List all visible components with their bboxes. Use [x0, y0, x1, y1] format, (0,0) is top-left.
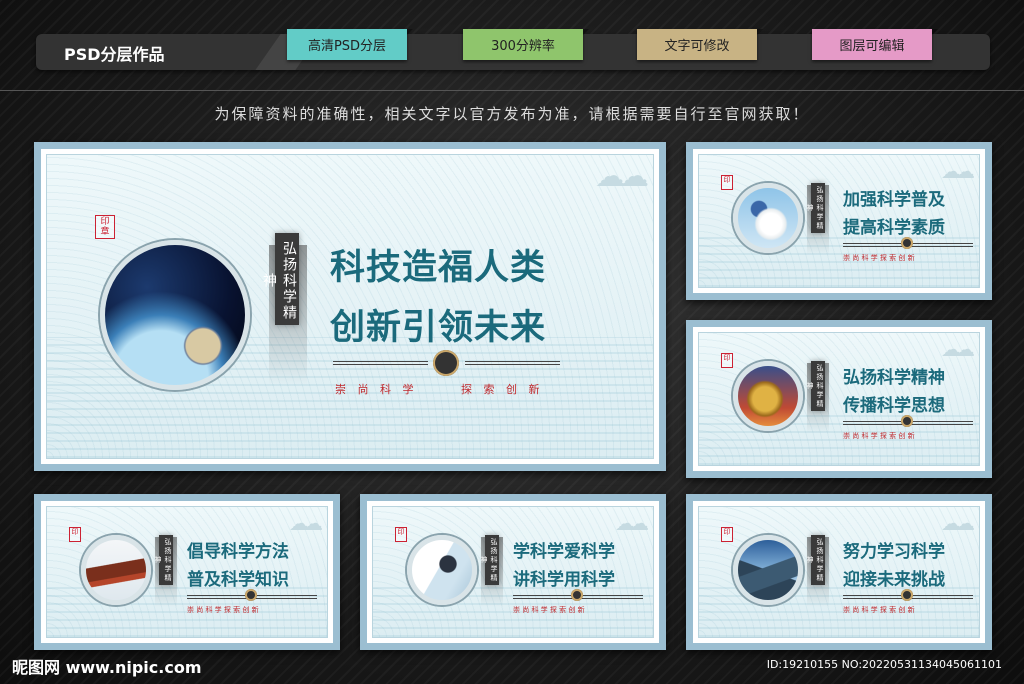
headline-line-1: 努力学习科学 — [843, 542, 945, 562]
nipic-logo: 昵图网 www.nipic.com — [12, 658, 202, 677]
motto: 崇 尚 科 学 探 索 创 新 — [843, 254, 915, 262]
divider-line — [0, 90, 1024, 91]
mountains-image — [733, 535, 803, 605]
notice-text: 为保障资料的准确性，相关文字以官方发布为准，请根据需要自行至官网获取！ — [214, 105, 810, 123]
headline-line-2: 传播科学思想 — [843, 396, 945, 416]
cloud-ornament-icon: ☁☁ — [615, 511, 649, 535]
bronze-ding-icon — [901, 589, 913, 601]
headline-line-1: 学科学爱科学 — [513, 542, 615, 562]
bronze-ding-icon — [901, 415, 913, 427]
fret-pattern-left — [333, 361, 428, 365]
space-planet-image — [100, 240, 250, 390]
bronze-ding-icon — [433, 350, 459, 376]
motto-right: 探 索 创 新 — [461, 383, 544, 396]
vertical-banner: 弘扬科学精神 — [154, 535, 173, 585]
motto: 崇 尚 科 学 探 索 创 新 — [513, 606, 585, 614]
bronze-ding-icon — [901, 237, 913, 249]
top-bar-title: PSD分层作品 — [64, 45, 165, 64]
headline-line-2: 讲科学用科学 — [513, 570, 615, 590]
headline-line-1: 弘扬科学精神 — [843, 368, 945, 388]
board-science-method: ☁☁ 印 弘扬科学精神 倡导科学方法 普及科学知识 崇 尚 科 学 探 索 创 … — [34, 494, 340, 650]
vertical-banner: 弘扬科学精神 — [806, 361, 825, 411]
cloud-ornament-icon: ☁☁ — [595, 159, 649, 194]
board-learn-science: ☁☁ 印 弘扬科学精神 学科学爱科学 讲科学用科学 崇 尚 科 学 探 索 创 … — [360, 494, 666, 650]
tag-resolution: 300分辨率 — [463, 29, 589, 60]
seal-stamp: 印章 — [95, 215, 115, 239]
board-science-popularization: ☁☁ 印 弘扬科学精神 加强科学普及 提高科学素质 崇 尚 科 学 探 索 创 … — [686, 142, 992, 300]
motto: 崇 尚 科 学 探 索 创 新 — [843, 606, 915, 614]
vertical-banner: 弘扬科学精神 — [261, 233, 299, 325]
headline-line-2: 创新引领未来 — [330, 308, 547, 348]
motto: 崇 尚 科 学 探 索 创 新 — [843, 432, 915, 440]
headline-line-2: 普及科学知识 — [187, 570, 289, 590]
tag-text-editable: 文字可修改 — [637, 29, 763, 60]
headline-line-2: 迎接未来挑战 — [843, 570, 945, 590]
image-id: ID:19210155 NO:20220531134045061101 — [766, 658, 1002, 671]
board-future-challenge: ☁☁ 印 弘扬科学精神 努力学习科学 迎接未来挑战 崇 尚 科 学 探 索 创 … — [686, 494, 992, 650]
dragon-image — [733, 361, 803, 431]
headline-line-1: 加强科学普及 — [843, 190, 945, 210]
headline-line-2: 提高科学素质 — [843, 218, 945, 238]
main-board: ☁☁ 印章 弘扬科学精神 科技造福人类 创新引领未来 崇 尚 科 学 探 索 创… — [34, 142, 666, 471]
pagoda-roof-image — [81, 535, 151, 605]
headline-line-1: 倡导科学方法 — [187, 542, 289, 562]
vertical-banner: 弘扬科学精神 — [480, 535, 499, 585]
vertical-banner: 弘扬科学精神 — [806, 535, 825, 585]
butterfly-image — [733, 183, 803, 253]
seal-stamp: 印 — [69, 527, 81, 542]
fret-pattern-right — [465, 361, 560, 365]
seal-stamp: 印 — [721, 527, 733, 542]
motto: 崇 尚 科 学 探 索 创 新 — [187, 606, 259, 614]
cloud-ornament-icon: ☁☁ — [941, 511, 975, 535]
cloud-ornament-icon: ☁☁ — [941, 159, 975, 183]
seal-stamp: 印 — [721, 175, 733, 190]
seal-stamp: 印 — [395, 527, 407, 542]
bronze-ding-icon — [245, 589, 257, 601]
cloud-ornament-icon: ☁☁ — [289, 511, 323, 535]
board-science-spirit: ☁☁ 印 弘扬科学精神 弘扬科学精神 传播科学思想 崇 尚 科 学 探 索 创 … — [686, 320, 992, 478]
tag-hd-psd: 高清PSD分层 — [287, 29, 413, 60]
headline-line-1: 科技造福人类 — [330, 248, 547, 288]
cloud-ornament-icon: ☁☁ — [941, 337, 975, 361]
bronze-ding-icon — [571, 589, 583, 601]
microscope-image — [407, 535, 477, 605]
motto-left: 崇 尚 科 学 — [335, 383, 418, 396]
seal-stamp: 印 — [721, 353, 733, 368]
tag-layers-editable: 图层可编辑 — [812, 29, 938, 60]
vertical-banner: 弘扬科学精神 — [806, 183, 825, 233]
